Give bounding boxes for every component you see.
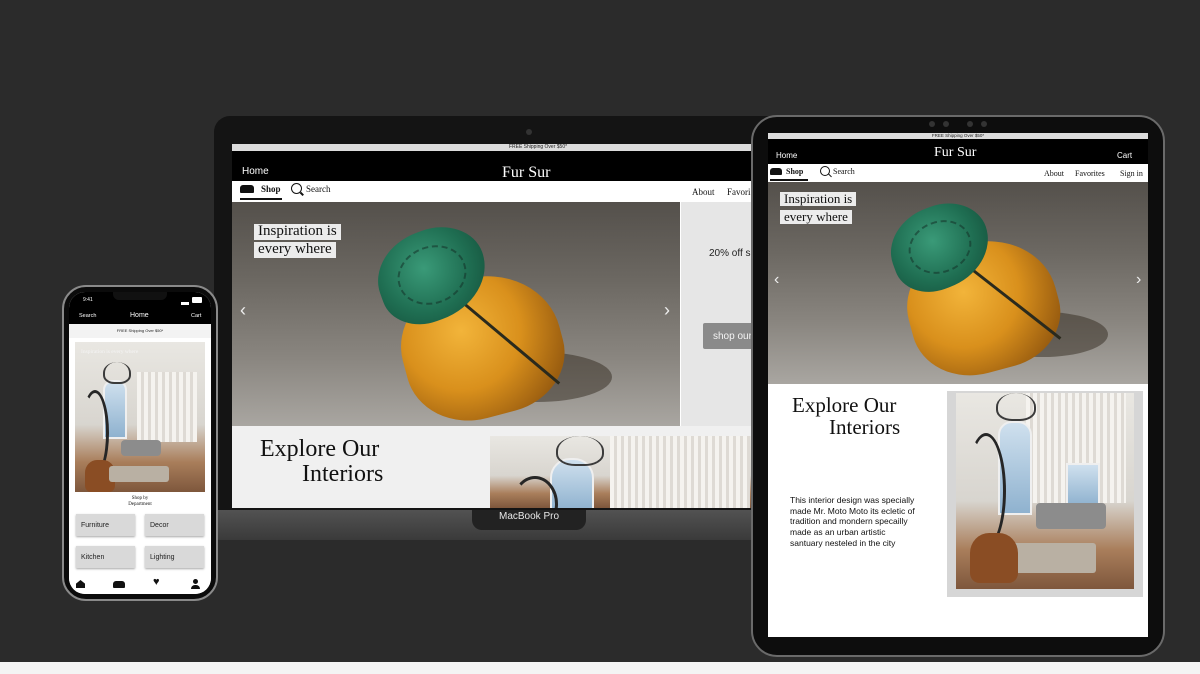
hero-caption-line2: every where [780,210,852,224]
search-link[interactable]: Search [290,183,340,197]
phone-screen: 9:41 Search Home Cart FREE Shipping Over… [69,292,211,594]
carousel-prev-button[interactable]: ‹ [240,300,246,321]
home-icon[interactable] [76,580,85,588]
status-time: 9:41 [83,297,93,303]
side-promo-text: 20% off s [709,248,751,259]
tablet-screen: FREE Shipping Over $50* Home Fur Sur Car… [768,133,1148,637]
carousel-next-button[interactable]: › [1136,271,1141,289]
explore-title-line2: Interiors [302,461,384,487]
site-nav: Shop Search About Favorites Sign in [768,164,1148,182]
app-header: Search Home Cart [69,308,211,324]
department-decor-button[interactable]: Decor [145,514,204,536]
tablet-cameras [925,120,991,128]
promo-text: FREE Shipping Over $50* [116,328,164,333]
hero-caption: Inspiration is every where [254,222,341,258]
explore-title-line1: Explore Our [260,436,380,462]
nav-home-link[interactable]: Home [776,151,797,160]
department-kitchen-button[interactable]: Kitchen [76,546,135,568]
nav-home-link[interactable]: Home [242,166,269,177]
department-heading: Shop by Department [69,496,211,508]
department-heading-line2: Department [128,502,152,507]
hero-caption: Inspiration is every where [780,190,857,226]
cart-link[interactable]: Cart [191,313,201,319]
explore-title-line2: Interiors [829,415,901,439]
hero-caption-line1: Inspiration is [780,192,857,206]
sign-in-link[interactable]: Sign in [1120,169,1143,178]
favorites-link[interactable]: Favori [727,187,751,197]
carousel-prev-button[interactable]: ‹ [774,271,779,289]
shop-label: Shop [261,184,281,194]
hero-caption-line1: Inspiration is [254,223,341,240]
promo-text: FREE Shipping Over $50* [931,133,985,138]
search-label: Search [306,184,331,194]
person-icon-body [191,585,200,589]
hero-image [75,342,205,492]
shop-now-label: shop our [713,331,752,342]
favorites-link[interactable]: Favorites [1075,169,1105,178]
shop-link[interactable]: Shop [770,165,808,181]
sofa-icon [770,168,782,175]
cart-link[interactable]: Cart [1117,151,1132,160]
tab-bar: ♥ [69,576,211,594]
shop-label: Shop [786,167,804,176]
interior-image [956,393,1134,589]
about-link[interactable]: About [1044,169,1064,178]
carousel-next-button[interactable]: › [664,300,670,321]
status-bar: 9:41 [69,292,211,308]
search-icon-handle [300,191,304,196]
interior-description: This interior design was specially made … [790,495,915,548]
heart-icon[interactable]: ♥ [153,577,160,588]
laptop-camera [526,129,532,135]
signal-icon [181,298,189,305]
site-header: Home Fur Sur Cart [768,139,1148,164]
hero-caption: Inspiration is every where [81,349,139,355]
person-icon[interactable] [193,579,198,584]
search-link[interactable]: Search [820,166,864,178]
interior-image-frame [947,391,1143,597]
sofa-icon [240,185,254,193]
hero-caption-line2: every where [254,241,336,258]
promo-text: FREE Shipping Over $50* [508,144,568,150]
brand-logo: Fur Sur [502,164,551,181]
search-label: Search [833,167,855,176]
shop-link[interactable]: Shop [240,182,282,200]
battery-icon [192,297,202,303]
brand-logo: Fur Sur [934,145,977,160]
laptop-device-label: MacBook Pro [498,511,560,522]
bottom-strip [0,662,1200,674]
search-icon-handle [828,173,832,178]
about-link[interactable]: About [692,187,715,197]
department-lighting-button[interactable]: Lighting [145,546,204,568]
department-furniture-button[interactable]: Furniture [76,514,135,536]
page-title: Home [130,312,149,319]
notch [113,292,167,300]
promo-bar: FREE Shipping Over $50* [69,324,211,338]
sofa-icon[interactable] [113,581,125,588]
search-link[interactable]: Search [79,313,96,319]
